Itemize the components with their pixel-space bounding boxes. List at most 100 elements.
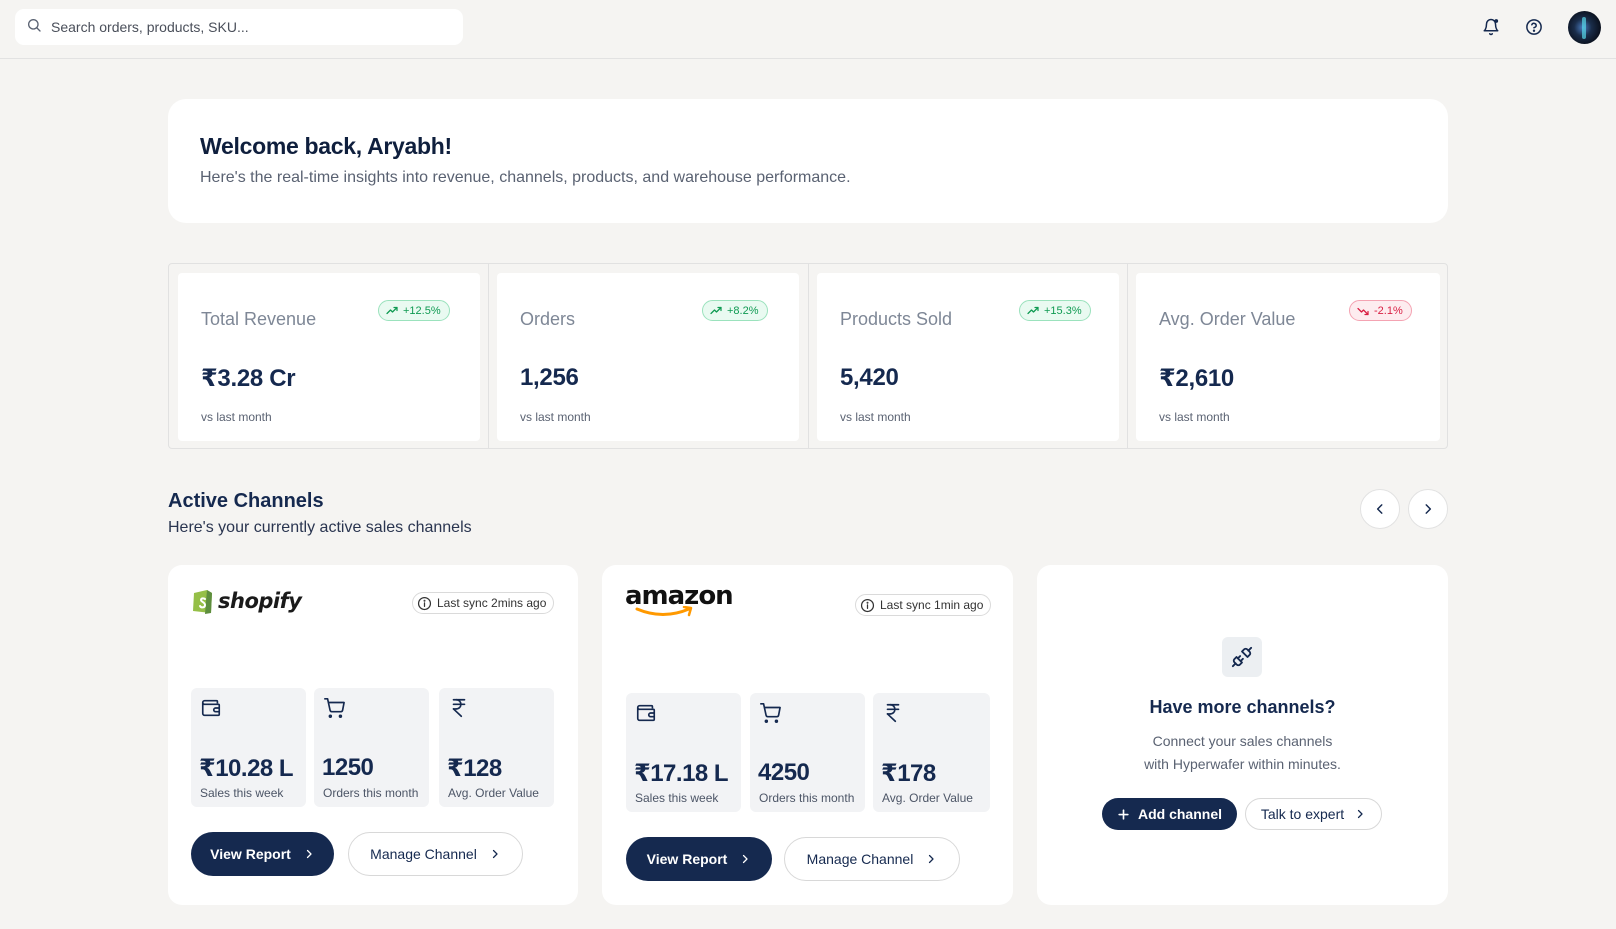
stat-subtext: vs last month <box>201 410 272 424</box>
add-channel-title: Have more channels? <box>1149 697 1336 717</box>
view-report-button[interactable]: View Report <box>626 837 772 881</box>
bell-icon[interactable] <box>1479 15 1503 39</box>
rupee-icon <box>882 702 904 729</box>
carousel-next-button[interactable] <box>1408 489 1448 529</box>
manage-channel-button[interactable]: Manage Channel <box>784 837 960 881</box>
sync-text: Last sync 2mins ago <box>437 596 547 610</box>
plug-icon <box>1222 637 1262 677</box>
trend-up-icon <box>1027 306 1039 314</box>
wallet-icon <box>200 697 222 724</box>
welcome-subtitle: Here's the real-time insights into reven… <box>200 169 851 186</box>
button-label: Manage Channel <box>370 846 477 862</box>
view-report-button[interactable]: View Report <box>191 832 334 876</box>
chevron-right-icon <box>306 849 312 859</box>
metric-label: Orders this month <box>323 786 419 800</box>
metric-value: ₹178 <box>881 760 936 787</box>
metric-value: 1250 <box>322 754 374 781</box>
cart-icon <box>323 697 345 724</box>
change-value: +12.5% <box>403 304 441 317</box>
description-line: with Hyperwafer within minutes. <box>1144 756 1341 772</box>
trend-badge: +12.5% <box>378 300 450 321</box>
stat-subtext: vs last month <box>840 410 911 424</box>
chevron-right-icon <box>929 854 934 864</box>
trend-down-icon <box>1357 307 1369 315</box>
trend-badge: +15.3% <box>1019 300 1091 321</box>
metric-value: ₹10.28 L <box>199 755 294 782</box>
help-icon[interactable] <box>1522 15 1546 39</box>
chevron-right-icon <box>1358 809 1363 819</box>
channel-card-amazon: amazon Last sync 1min ago ₹17.18 L Sales… <box>602 565 1013 905</box>
stat-value: 5,420 <box>840 364 899 391</box>
metric-label: Sales this week <box>635 791 719 805</box>
metric-value: 4250 <box>758 759 810 786</box>
amazon-logo: amazon <box>625 582 734 618</box>
rupee-icon <box>448 697 470 724</box>
metric-aov: ₹128 Avg. Order Value <box>439 688 554 807</box>
metric-orders: 1250 Orders this month <box>314 688 429 807</box>
amazon-smile-icon <box>635 606 693 617</box>
sync-status: Last sync 1min ago <box>855 594 992 616</box>
divider <box>1127 264 1128 448</box>
stat-subtext: vs last month <box>1159 410 1230 424</box>
welcome-banner: Welcome back, Aryabh! Here's the real-ti… <box>168 99 1448 223</box>
trend-up-icon <box>710 306 722 314</box>
stat-card-total-revenue: Total Revenue +12.5% ₹3.28 Cr vs last mo… <box>178 273 480 441</box>
stats-panel: Total Revenue +12.5% ₹3.28 Cr vs last mo… <box>168 263 1448 449</box>
chevron-right-icon <box>743 854 748 864</box>
button-label: View Report <box>646 851 728 867</box>
metric-orders: 4250 Orders this month <box>750 693 865 812</box>
description-line: Connect your sales channels <box>1152 733 1333 749</box>
stat-value: 1,256 <box>520 364 579 391</box>
metric-label: Avg. Order Value <box>882 791 973 805</box>
stat-card-products-sold: Products Sold +15.3% 5,420 vs last month <box>817 273 1119 441</box>
search-icon <box>26 17 42 38</box>
sync-status: Last sync 2mins ago <box>412 592 555 614</box>
search-input[interactable] <box>51 19 431 35</box>
change-value: +15.3% <box>1044 304 1082 317</box>
stat-label: Orders <box>520 309 576 329</box>
channel-card-shopify: shopify Last sync 2mins ago ₹10.28 L Sal… <box>168 565 578 905</box>
section-subtitle: Here's your currently active sales chann… <box>168 519 472 536</box>
metric-value: ₹128 <box>447 755 502 782</box>
metric-aov: ₹178 Avg. Order Value <box>873 693 990 812</box>
metric-sales: ₹17.18 L Sales this week <box>626 693 741 812</box>
metric-value: ₹17.18 L <box>634 760 729 787</box>
stat-label: Products Sold <box>840 309 953 329</box>
divider <box>488 264 489 448</box>
stat-card-avg-order-value: Avg. Order Value -2.1% ₹2,610 vs last mo… <box>1136 273 1440 441</box>
section-title: Active Channels <box>168 490 324 512</box>
chevron-right-icon <box>1425 504 1432 514</box>
metric-label: Orders this month <box>759 791 855 805</box>
search-box[interactable] <box>15 9 463 45</box>
chevron-left-icon <box>1376 504 1383 514</box>
user-avatar[interactable] <box>1568 11 1601 44</box>
change-value: +8.2% <box>727 304 759 317</box>
cart-icon <box>759 702 781 729</box>
trend-badge: +8.2% <box>702 300 768 321</box>
stat-subtext: vs last month <box>520 410 591 424</box>
info-icon <box>860 598 875 612</box>
change-value: -2.1% <box>1374 304 1403 317</box>
button-label: View Report <box>210 846 291 862</box>
metric-label: Sales this week <box>200 786 284 800</box>
metric-sales: ₹10.28 L Sales this week <box>191 688 306 807</box>
divider <box>808 264 809 448</box>
stat-card-orders: Orders +8.2% 1,256 vs last month <box>497 273 799 441</box>
manage-channel-button[interactable]: Manage Channel <box>348 832 523 876</box>
add-channel-card: Have more channels? Connect your sales c… <box>1037 565 1448 905</box>
stat-value: ₹2,610 <box>1159 365 1234 392</box>
stat-value: ₹3.28 Cr <box>201 365 296 392</box>
top-bar <box>0 0 1616 59</box>
talk-to-expert-button[interactable]: Talk to expert <box>1245 798 1382 830</box>
button-label: Talk to expert <box>1260 806 1345 822</box>
trend-up-icon <box>386 306 398 314</box>
metric-label: Avg. Order Value <box>448 786 539 800</box>
add-channel-description: Connect your sales channels with Hyperwa… <box>1037 730 1448 776</box>
carousel-prev-button[interactable] <box>1360 489 1400 529</box>
button-label: Add channel <box>1137 806 1222 822</box>
welcome-title: Welcome back, Aryabh! <box>200 133 452 159</box>
plus-icon <box>1118 808 1129 820</box>
shopify-logo: shopify <box>191 587 302 615</box>
add-channel-button[interactable]: Add channel <box>1102 798 1237 830</box>
channel-name: shopify <box>218 589 302 613</box>
